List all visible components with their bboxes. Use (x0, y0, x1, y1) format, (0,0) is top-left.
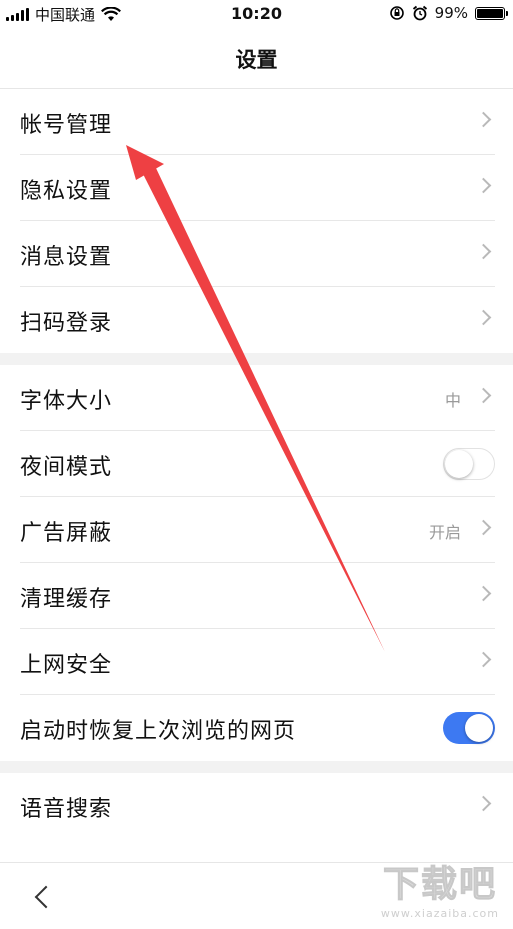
row-label: 上网安全 (20, 653, 113, 678)
battery-percent: 99% (434, 4, 468, 22)
row-label: 消息设置 (20, 245, 113, 270)
row-label: 启动时恢复上次浏览的网页 (20, 719, 297, 744)
chevron-right-icon (475, 795, 492, 812)
orientation-lock-icon (389, 6, 404, 20)
watermark-url: www.xiazaiba.com (380, 907, 499, 920)
night-mode-toggle[interactable] (443, 448, 495, 480)
settings-row-account[interactable]: 帐号管理 (0, 89, 513, 155)
row-value: 开启 (428, 523, 461, 542)
settings-row-clear-cache[interactable]: 清理缓存 (0, 563, 513, 629)
settings-list: 帐号管理 隐私设置 消息设置 扫码登录 字体大小 中 夜间模式 广告屏蔽 开启 … (0, 89, 513, 839)
row-label: 帐号管理 (20, 113, 113, 138)
back-chevron-icon[interactable] (34, 885, 58, 909)
row-label: 清理缓存 (20, 587, 113, 612)
chevron-right-icon (475, 177, 492, 194)
settings-row-privacy[interactable]: 隐私设置 (0, 155, 513, 221)
watermark-logo: 下载吧 www.xiazaiba.com (380, 855, 499, 921)
settings-row-qr-login[interactable]: 扫码登录 (0, 287, 513, 353)
chevron-right-icon (475, 651, 492, 668)
chevron-right-icon (475, 309, 492, 326)
row-value: 中 (444, 391, 461, 410)
nav-bar: 设置 (0, 28, 513, 89)
row-label: 广告屏蔽 (20, 521, 113, 546)
group-separator (0, 761, 513, 773)
chevron-right-icon (475, 243, 492, 260)
alarm-icon (412, 5, 427, 21)
status-right: 99% (389, 4, 508, 22)
settings-row-font-size[interactable]: 字体大小 中 (0, 365, 513, 431)
row-label: 夜间模式 (20, 455, 113, 480)
watermark-text: 下载吧 (382, 864, 497, 906)
group-separator (0, 353, 513, 365)
battery-icon (475, 6, 508, 20)
settings-row-restore-pages: 启动时恢复上次浏览的网页 (0, 695, 513, 761)
toggle-knob (465, 714, 493, 742)
row-label: 隐私设置 (20, 179, 113, 204)
row-label: 扫码登录 (20, 311, 113, 336)
page-title: 设置 (235, 48, 278, 72)
toggle-knob (445, 450, 473, 478)
settings-row-ad-block[interactable]: 广告屏蔽 开启 (0, 497, 513, 563)
settings-row-messages[interactable]: 消息设置 (0, 221, 513, 287)
status-bar: 中国联通 10:20 99% (0, 0, 513, 28)
chevron-right-icon (475, 585, 492, 602)
chevron-right-icon (475, 519, 492, 536)
chevron-right-icon (475, 111, 492, 128)
row-label: 字体大小 (20, 389, 113, 414)
chevron-right-icon (475, 387, 492, 404)
settings-row-web-security[interactable]: 上网安全 (0, 629, 513, 695)
settings-row-night-mode: 夜间模式 (0, 431, 513, 497)
restore-pages-toggle[interactable] (443, 712, 495, 744)
row-label: 语音搜索 (20, 797, 113, 822)
settings-row-voice-search[interactable]: 语音搜索 (0, 773, 513, 839)
